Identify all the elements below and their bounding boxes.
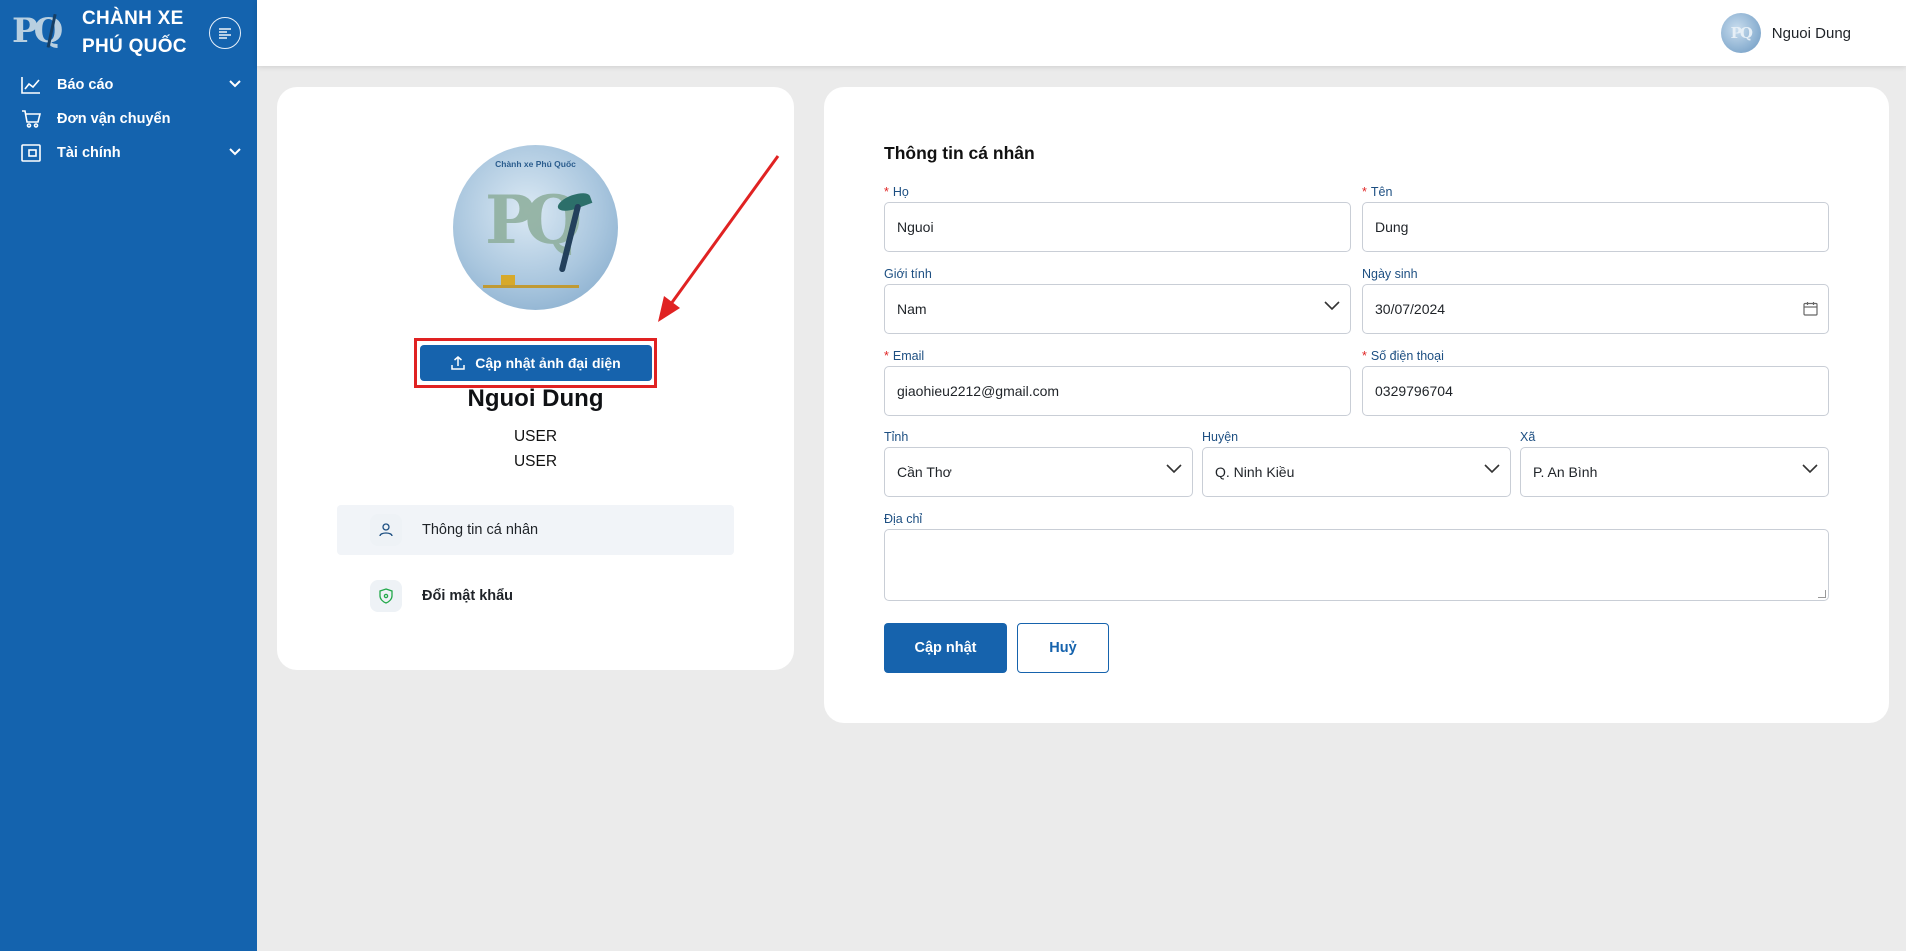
personal-info-form: Thông tin cá nhân * Họ Nguoi * Tên Dung Gi…: [824, 87, 1889, 723]
dob-field: Ngày sinh 30/07/2024: [1362, 267, 1829, 334]
sidebar-item-tai-chinh[interactable]: Tài chính: [0, 136, 257, 170]
chevron-down-icon: [1484, 464, 1500, 474]
gender-label: Giới tính: [884, 267, 932, 281]
sidebar-item-don-van-chuyen[interactable]: Đơn vận chuyển: [0, 102, 257, 136]
profile-menu-label: Thông tin cá nhân: [422, 522, 539, 538]
header-user-name: Nguoi Dung: [1771, 24, 1851, 42]
profile-avatar: Chành xe Phú Quốc PQ: [453, 145, 618, 310]
cart-icon: [20, 108, 42, 130]
chevron-down-icon: [1802, 464, 1818, 474]
profile-menu-change-password[interactable]: Đổi mật khẩu: [337, 571, 734, 621]
user-icon: [370, 514, 402, 546]
province-select[interactable]: Cần Thơ: [884, 447, 1193, 497]
ward-select[interactable]: P. An Bình: [1520, 447, 1829, 497]
province-field: Tỉnh Cần Thơ: [884, 430, 1193, 497]
brand-title: CHÀNH XE PHÚ QUỐC: [82, 5, 187, 61]
sidebar-toggle-button[interactable]: [209, 17, 241, 49]
brand-line-1: CHÀNH XE: [82, 8, 184, 29]
sidebar-item-bao-cao[interactable]: Báo cáo: [0, 68, 257, 102]
dob-input[interactable]: 30/07/2024: [1362, 284, 1829, 334]
phone-field: * Số điện thoại 0329796704: [1362, 349, 1829, 416]
annotation-arrow: [658, 155, 780, 322]
ward-field: Xã P. An Bình: [1520, 430, 1829, 497]
profile-role: USER: [513, 453, 558, 470]
avatar-caption: Chành xe Phú Quốc: [495, 159, 576, 169]
phone-label: * Số điện thoại: [1362, 349, 1444, 363]
first-name-input[interactable]: Dung: [1362, 202, 1829, 252]
phone-input[interactable]: 0329796704: [1362, 366, 1829, 416]
chevron-down-icon: [1324, 301, 1340, 311]
shield-icon: [370, 580, 402, 612]
chevron-down-icon: [1166, 464, 1182, 474]
ground-line: [483, 285, 579, 288]
brand-logo: PQ: [12, 9, 68, 57]
top-bar: PQ Nguoi Dung: [257, 0, 1906, 66]
avatar-text: PQ: [1730, 24, 1753, 42]
ward-value: P. An Bình: [1533, 464, 1598, 480]
ward-label: Xã: [1520, 430, 1536, 444]
first-name-field: * Tên Dung: [1362, 185, 1829, 252]
first-name-label: * Tên: [1362, 185, 1393, 199]
province-value: Cần Thơ: [897, 464, 952, 480]
profile-name: Nguoi Dung: [467, 385, 604, 412]
dob-value: 30/07/2024: [1375, 301, 1446, 317]
phone-value: 0329796704: [1375, 383, 1453, 399]
boat-icon: [501, 275, 515, 285]
address-textarea[interactable]: [884, 529, 1829, 601]
user-menu[interactable]: PQ Nguoi Dung: [1720, 13, 1851, 53]
profile-menu-label: Đổi mật khẩu: [422, 588, 514, 604]
gender-value: Nam: [897, 301, 927, 317]
line-chart-icon: [20, 74, 42, 96]
email-value: giaohieu2212@gmail.com: [897, 383, 1060, 399]
form-title: Thông tin cá nhân: [884, 143, 1035, 163]
gender-field: Giới tính Nam: [884, 267, 1351, 334]
address-label: Địa chỉ: [884, 512, 923, 526]
email-field: * Email giaohieu2212@gmail.com: [884, 349, 1351, 416]
chevron-down-icon: [229, 76, 241, 92]
last-name-value: Nguoi: [897, 219, 934, 235]
wallet-icon: [20, 142, 42, 164]
resize-handle-icon[interactable]: [1818, 590, 1826, 598]
district-value: Q. Ninh Kiều: [1215, 464, 1295, 480]
brand-line-2: PHÚ QUỐC: [82, 36, 187, 57]
sidebar-item-label: Tài chính: [57, 145, 121, 161]
calendar-icon[interactable]: [1803, 301, 1818, 316]
gender-select[interactable]: Nam: [884, 284, 1351, 334]
province-label: Tỉnh: [884, 430, 909, 444]
district-select[interactable]: Q. Ninh Kiều: [1202, 447, 1511, 497]
profile-menu-personal-info[interactable]: Thông tin cá nhân: [337, 505, 734, 555]
menu-lines-icon: [219, 28, 231, 39]
profile-role: USER: [513, 428, 558, 445]
upload-avatar-button[interactable]: Cập nhật ảnh đại diện: [420, 345, 652, 381]
avatar: PQ: [1720, 13, 1761, 53]
first-name-value: Dung: [1375, 219, 1409, 235]
update-button[interactable]: Cập nhật: [884, 623, 1007, 673]
sidebar-item-label: Báo cáo: [57, 77, 114, 93]
profile-menu: Thông tin cá nhân Đổi mật khẩu: [337, 505, 734, 621]
district-label: Huyện: [1202, 430, 1239, 444]
sidebar-item-label: Đơn vận chuyển: [57, 111, 171, 127]
chevron-down-icon: [229, 144, 241, 160]
last-name-label: * Họ: [884, 185, 909, 199]
email-label: * Email: [884, 349, 925, 363]
avatar-logo-text: PQ: [485, 181, 582, 259]
email-input[interactable]: giaohieu2212@gmail.com: [884, 366, 1351, 416]
upload-avatar-label: Cập nhật ảnh đại diện: [475, 355, 621, 371]
last-name-input[interactable]: Nguoi: [884, 202, 1351, 252]
last-name-field: * Họ Nguoi: [884, 185, 1351, 252]
district-field: Huyện Q. Ninh Kiều: [1202, 430, 1511, 497]
address-field: Địa chỉ: [884, 512, 1829, 601]
sidebar: PQ CHÀNH XE PHÚ QUỐC Báo cáo Đơn vận chu…: [0, 0, 257, 951]
dob-label: Ngày sinh: [1362, 267, 1418, 281]
cancel-button[interactable]: Huỷ: [1017, 623, 1109, 673]
brand: PQ CHÀNH XE PHÚ QUỐC: [0, 0, 257, 66]
upload-icon: [451, 356, 466, 370]
